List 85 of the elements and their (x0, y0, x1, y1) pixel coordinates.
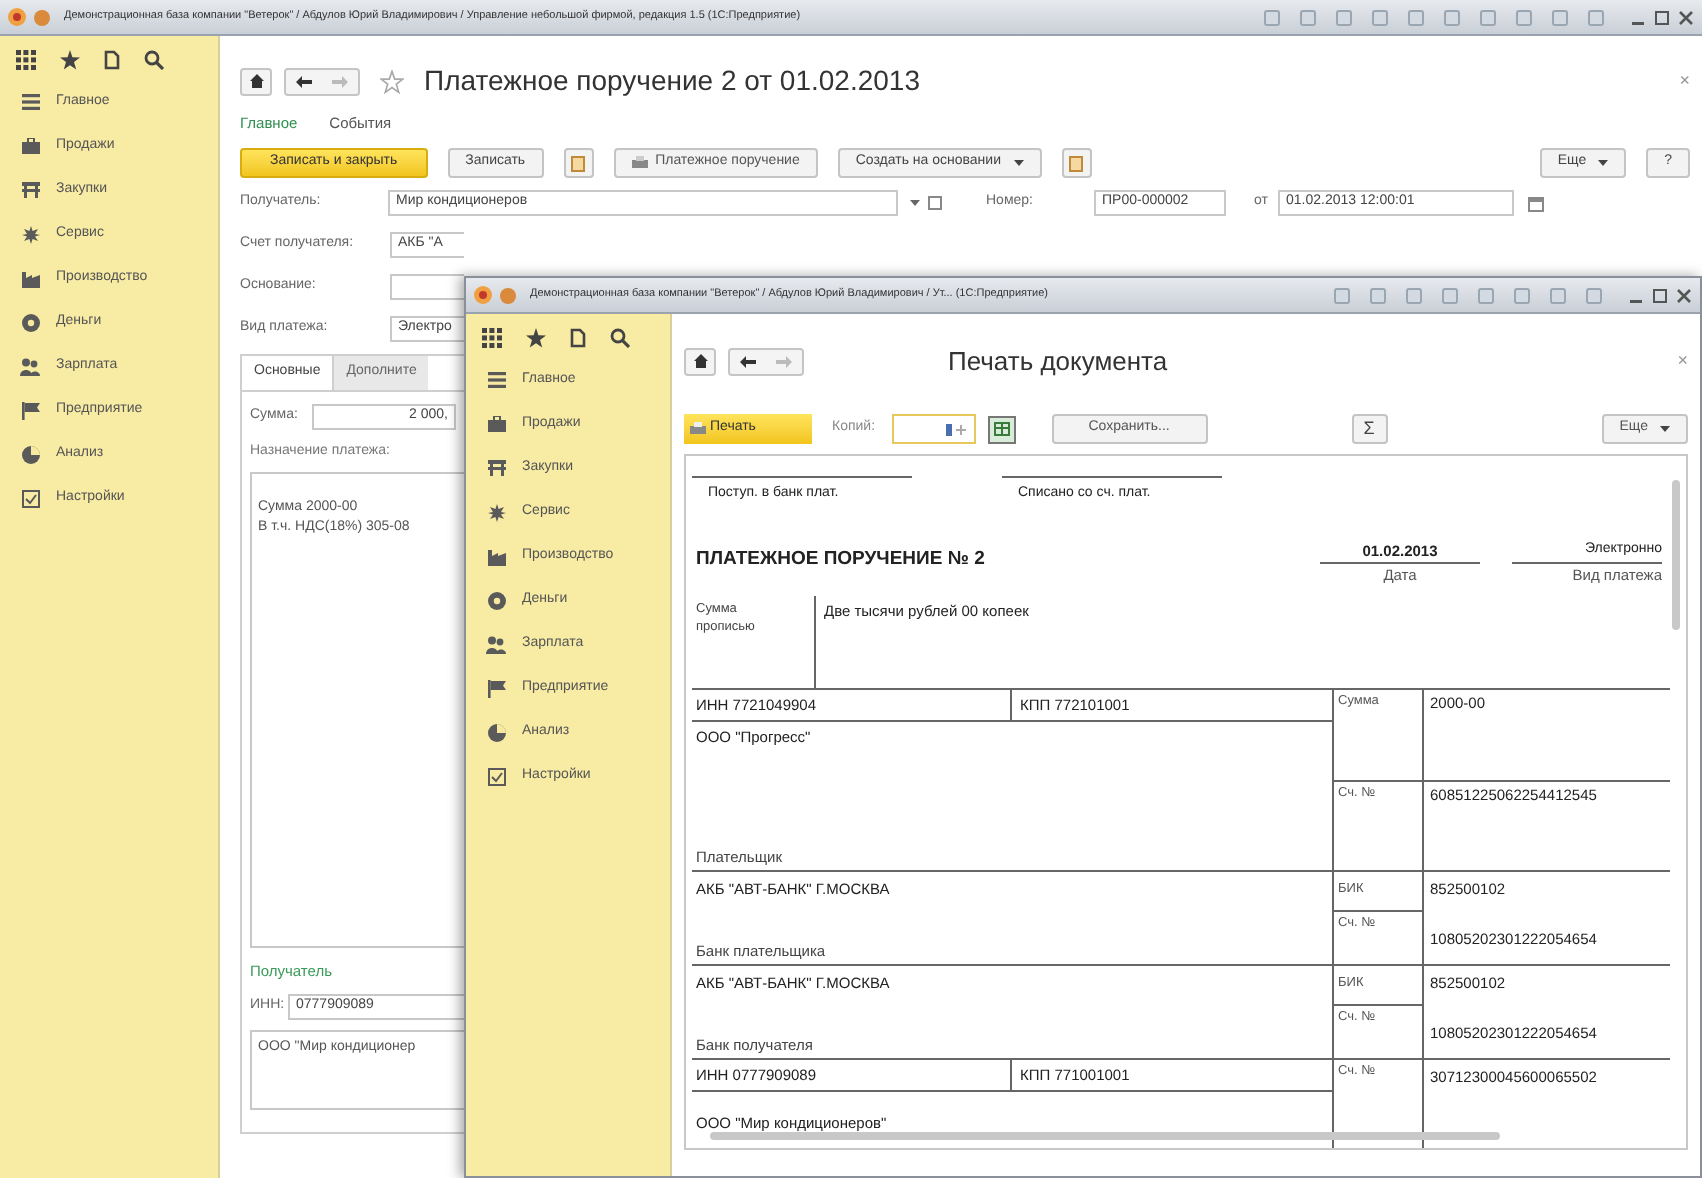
briefcase-icon (21, 138, 39, 154)
dropdown-arrow-icon[interactable] (910, 200, 920, 206)
home-button[interactable] (240, 67, 272, 95)
gear-icon (21, 225, 39, 243)
tool-icon[interactable] (1550, 287, 1566, 303)
forward-arrow-icon (776, 355, 792, 368)
home-button[interactable] (684, 347, 716, 376)
close-icon[interactable] (1678, 9, 1694, 25)
star-outline-icon[interactable] (380, 69, 404, 93)
icon-button[interactable] (563, 148, 594, 178)
copies-field[interactable] (891, 414, 976, 444)
close-icon[interactable] (1676, 287, 1692, 303)
panel-icon (487, 767, 505, 785)
menu-circle-icon[interactable] (500, 287, 516, 303)
coin-icon (487, 591, 505, 609)
menu-icon (487, 372, 505, 388)
form-title: Печать документа (948, 344, 1168, 380)
pie-icon (21, 445, 39, 463)
tool-icon[interactable] (1264, 9, 1280, 25)
back-arrow-icon (740, 355, 756, 368)
coin-icon (21, 313, 39, 331)
printer-icon (690, 422, 706, 436)
caret-icon (1660, 426, 1670, 432)
maximize-icon[interactable] (1654, 9, 1670, 25)
tool-icon[interactable] (1408, 9, 1424, 25)
forward-arrow-icon (332, 75, 348, 87)
tool-icon[interactable] (1334, 287, 1350, 303)
tool-icon[interactable] (1336, 9, 1352, 25)
tool-icon[interactable] (1514, 287, 1530, 303)
gear-icon (487, 503, 505, 521)
tool-icon[interactable] (1370, 287, 1386, 303)
star-icon[interactable] (526, 328, 546, 348)
maximize-icon[interactable] (1652, 287, 1668, 303)
grid-icon[interactable] (482, 328, 502, 348)
caret-icon (1013, 160, 1023, 166)
open-icon[interactable] (928, 196, 942, 210)
back-arrow-icon (296, 75, 312, 87)
tool-icon[interactable] (1586, 287, 1602, 303)
shelf-icon (21, 182, 39, 198)
people-icon (20, 357, 40, 375)
document-icon (1068, 155, 1084, 171)
briefcase-icon (487, 416, 505, 432)
pie-icon (487, 723, 505, 741)
tool-icon[interactable] (1442, 287, 1458, 303)
search-icon[interactable] (144, 50, 164, 70)
caret-icon (1598, 160, 1609, 166)
spinner-icon[interactable] (945, 421, 966, 437)
icon-button[interactable] (1061, 148, 1091, 178)
search-icon[interactable] (610, 328, 630, 348)
logo-icon (474, 286, 492, 304)
vertical-scrollbar[interactable] (1672, 479, 1680, 629)
tool-icon[interactable] (1588, 9, 1604, 25)
tool-icon[interactable] (1300, 9, 1316, 25)
home-icon (249, 74, 263, 88)
tool-icon[interactable] (1372, 9, 1388, 25)
logo-icon (8, 8, 26, 26)
horizontal-scrollbar[interactable] (710, 1131, 1500, 1139)
menu-circle-icon[interactable] (34, 9, 50, 25)
star-icon[interactable] (60, 50, 80, 70)
tool-icon[interactable] (1406, 287, 1422, 303)
document-icon[interactable] (570, 328, 586, 348)
form-title: Платежное поручение 2 от 01.02.2013 (424, 62, 920, 100)
tool-icon[interactable] (1516, 9, 1532, 25)
shelf-icon (487, 460, 505, 476)
tool-icon[interactable] (1444, 9, 1460, 25)
table-button[interactable] (987, 415, 1016, 443)
menu-icon (21, 94, 39, 110)
flag-icon (21, 401, 39, 419)
document-title: ПЛАТЕЖНОЕ ПОРУЧЕНИЕ № 2 (694, 546, 985, 574)
tool-icon[interactable] (1480, 9, 1496, 25)
sum-button[interactable]: Σ (1351, 414, 1388, 444)
home-icon (693, 354, 707, 369)
table-icon (993, 422, 1010, 436)
tool-icon[interactable] (1552, 9, 1568, 25)
panel-icon (21, 489, 39, 507)
tool-icon[interactable] (1478, 287, 1494, 303)
document-icon (570, 155, 587, 171)
factory-icon (21, 269, 39, 287)
printer-icon (631, 156, 648, 170)
people-icon (486, 635, 506, 653)
grid-icon[interactable] (16, 50, 36, 70)
document-icon[interactable] (104, 50, 120, 70)
flag-icon (487, 679, 505, 697)
factory-icon (487, 547, 505, 565)
calendar-icon[interactable] (1528, 195, 1544, 211)
